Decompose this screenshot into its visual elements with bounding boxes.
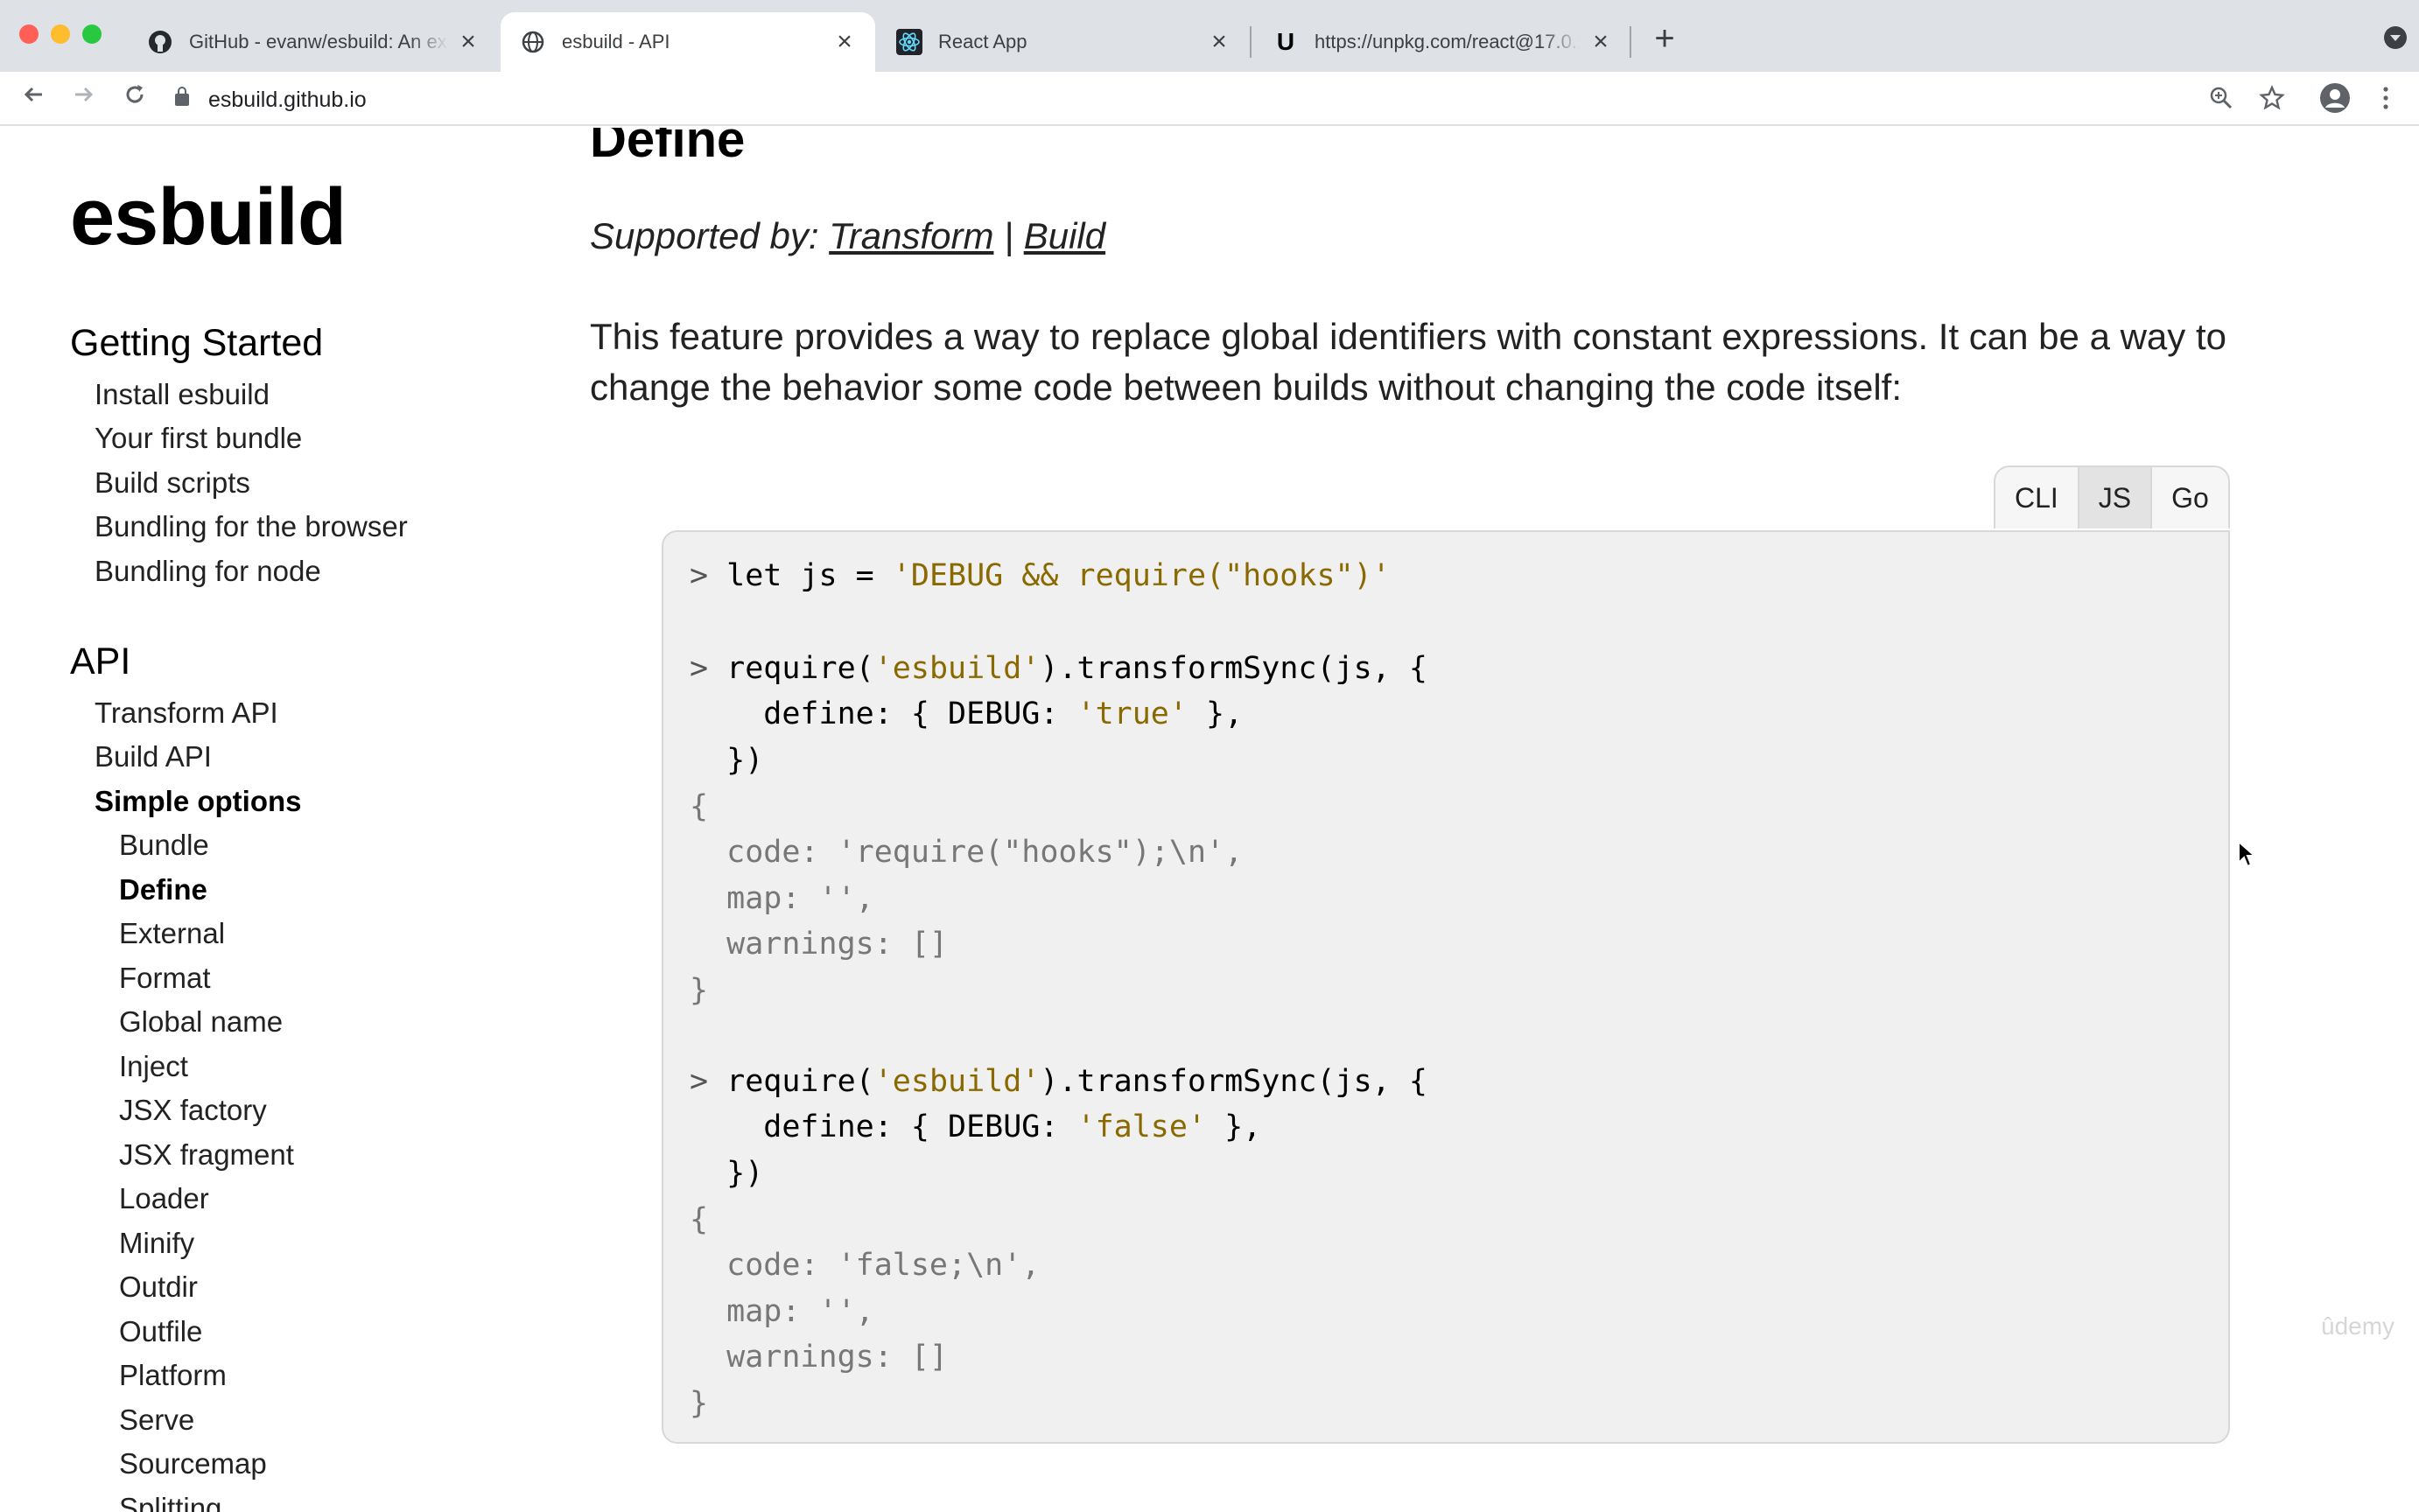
code-line: > let js = 'DEBUG && require("hooks")' [690, 558, 1391, 593]
nav-item-minify[interactable]: Minify [119, 1227, 194, 1260]
code-line: > require('esbuild').transformSync(js, { [690, 1064, 1427, 1099]
code-line: warnings: [] [690, 927, 949, 962]
nav-item-your-first-bundle[interactable]: Your first bundle [95, 422, 302, 455]
nav-item-platform[interactable]: Platform [119, 1359, 227, 1392]
lock-icon [175, 87, 189, 106]
nav-item-bundling-node[interactable]: Bundling for node [95, 555, 321, 588]
profile-avatar-icon[interactable] [2317, 80, 2352, 116]
nav-item-build-scripts[interactable]: Build scripts [95, 466, 250, 500]
browser-tab-github[interactable]: GitHub - evanw/esbuild: An extremely fas… [128, 12, 499, 72]
nav-item-bundle[interactable]: Bundle [119, 829, 209, 862]
browser-toolbar: esbuild.github.io [0, 72, 2419, 126]
nav-item-bundling-browser[interactable]: Bundling for the browser [95, 510, 408, 543]
browser-tab-unpkg[interactable]: U https://unpkg.com/react@17.0.1/umd/rea… [1253, 12, 1631, 72]
menu-kebab-icon[interactable] [2368, 80, 2403, 116]
code-line: warnings: [] [690, 1340, 949, 1375]
browser-tab-react-app[interactable]: React App × [877, 12, 1250, 72]
nav-item-external[interactable]: External [119, 917, 225, 950]
nav-item-inject[interactable]: Inject [119, 1050, 188, 1083]
nav-item-transform-api[interactable]: Transform API [95, 696, 278, 730]
reload-icon[interactable] [117, 80, 152, 116]
code-line: } [690, 1386, 709, 1421]
nav-item-format[interactable]: Format [119, 962, 211, 995]
code-line: map: '', [690, 881, 874, 916]
tab-title: React App [938, 31, 1027, 52]
nav-item-serve[interactable]: Serve [119, 1404, 194, 1437]
browser-tab-esbuild-api[interactable]: esbuild - API × [501, 12, 875, 72]
tab-title: https://unpkg.com/react@17.0.1/umd/react… [1315, 31, 1581, 52]
nav-item-outdir[interactable]: Outdir [119, 1270, 198, 1304]
forward-icon[interactable] [67, 80, 102, 116]
bookmark-star-icon[interactable] [2254, 80, 2289, 116]
window-maximize-button[interactable] [82, 24, 102, 44]
nav-item-loader[interactable]: Loader [119, 1182, 209, 1215]
new-tab-button[interactable]: + [1647, 21, 1682, 56]
globe-icon [520, 29, 546, 55]
nav-item-splitting[interactable]: Splitting [119, 1492, 221, 1512]
code-line: } [690, 973, 709, 1008]
nav-item-sourcemap[interactable]: Sourcemap [119, 1447, 267, 1480]
react-icon [896, 29, 922, 55]
language-switcher: CLI JS Go [1994, 466, 2230, 528]
tab-separator [1630, 26, 1631, 58]
nav-heading-getting-started[interactable]: Getting Started [70, 322, 323, 365]
zoom-icon[interactable] [2204, 80, 2239, 116]
nav-item-define[interactable]: Define [119, 873, 207, 906]
code-line: map: '', [690, 1294, 874, 1329]
nav-item-jsx-factory[interactable]: JSX factory [119, 1094, 267, 1127]
code-line: { [690, 789, 709, 824]
unpkg-icon: U [1276, 28, 1295, 55]
lang-tab-cli[interactable]: CLI [1995, 467, 2079, 528]
tab-search-icon[interactable] [2384, 26, 2407, 49]
section-title: Define [590, 128, 746, 168]
build-link[interactable]: Build [1024, 215, 1105, 256]
supported-by: Supported by: Transform | Build [590, 215, 1105, 257]
window-close-button[interactable] [19, 24, 39, 44]
supported-separator: | [1004, 215, 1014, 256]
watermark: ûdemy [2321, 1312, 2395, 1340]
code-line: > require('esbuild').transformSync(js, { [690, 651, 1427, 686]
code-line: code: 'require("hooks");\n', [690, 835, 1244, 870]
code-line: { [690, 1202, 709, 1237]
nav-item-install-esbuild[interactable]: Install esbuild [95, 378, 270, 411]
tab-title: esbuild - API [562, 31, 670, 52]
nav-item-build-api[interactable]: Build API [95, 740, 212, 774]
address-bar[interactable]: esbuild.github.io [175, 84, 2188, 116]
tab-title: GitHub - evanw/esbuild: An extremely fas… [189, 31, 448, 52]
close-icon[interactable]: × [1208, 29, 1231, 55]
nav-item-jsx-fragment[interactable]: JSX fragment [119, 1138, 294, 1172]
supported-by-label: Supported by: [590, 215, 819, 256]
github-icon [147, 29, 173, 55]
code-example: > let js = 'DEBUG && require("hooks")' >… [662, 530, 2230, 1444]
mouse-cursor-icon [2238, 840, 2257, 868]
nav-item-simple-options[interactable]: Simple options [95, 785, 302, 818]
url-text: esbuild.github.io [208, 87, 367, 112]
transform-link[interactable]: Transform [829, 215, 993, 256]
nav-item-global-name[interactable]: Global name [119, 1005, 283, 1039]
code-line: define: { DEBUG: 'true' }, [690, 696, 1244, 732]
back-icon[interactable] [16, 80, 51, 116]
close-icon[interactable]: × [457, 29, 480, 55]
lang-tab-go[interactable]: Go [2152, 467, 2228, 528]
close-icon[interactable]: × [1589, 29, 1612, 55]
code-line: }) [690, 1156, 764, 1191]
nav-heading-api[interactable]: API [70, 640, 130, 683]
code-line: code: 'false;\n', [690, 1248, 1041, 1283]
nav-item-outfile[interactable]: Outfile [119, 1315, 202, 1348]
web-page: esbuild Getting Started Install esbuild … [0, 128, 2419, 1512]
site-logo[interactable]: esbuild [70, 172, 347, 263]
tab-separator [1250, 26, 1252, 58]
close-icon[interactable]: × [833, 29, 856, 55]
code-line: }) [690, 743, 764, 778]
code-line: define: { DEBUG: 'false' }, [690, 1110, 1262, 1144]
description-paragraph: This feature provides a way to replace g… [590, 316, 2226, 408]
window-minimize-button[interactable] [51, 24, 70, 44]
lang-tab-js[interactable]: JS [2079, 467, 2153, 528]
tab-bar: GitHub - evanw/esbuild: An extremely fas… [0, 0, 2419, 72]
